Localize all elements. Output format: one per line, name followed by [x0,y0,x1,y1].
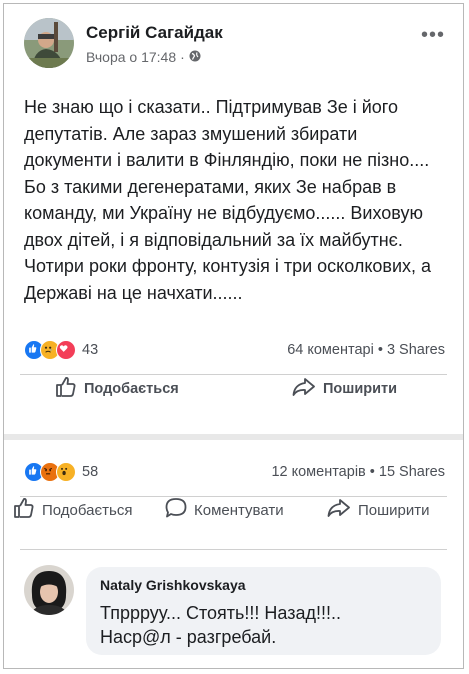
wow-icon [56,462,76,482]
thumbs-up-icon [12,496,36,524]
like-button-2[interactable]: Подобається [12,496,132,524]
love-icon [56,340,76,360]
engagement-summary-2[interactable]: 12 коментарів • 15 Shares [271,464,445,480]
section-separator [4,434,463,440]
comment-bubble: Nataly Grishkovskaya Тпррруу... Стоять!!… [86,567,441,655]
commenter-name[interactable]: Nataly Grishkovskaya [100,577,246,593]
like-label-2: Подобається [42,501,133,519]
post-header: Сергій Сагайдак Вчора о 17:48 · ••• [24,18,453,78]
more-dots-icon[interactable]: ••• [421,24,445,47]
summary-dot: • [377,342,383,358]
shares-count-2[interactable]: 15 Shares [379,464,445,480]
like-label: Подобається [84,381,179,397]
commenter-avatar[interactable] [24,565,74,615]
post-text: Не знаю що і сказати.. Підтримував Зе і … [24,97,432,303]
share-label: Поширити [323,381,398,397]
divider-3 [20,549,447,550]
globe-icon [189,49,201,65]
post-time[interactable]: Вчора о 17:48 [86,49,176,65]
summary-dot-2: • [369,464,375,480]
like-button[interactable]: Подобається [54,375,179,403]
author-avatar[interactable] [24,18,74,68]
reaction-icons-2[interactable] [24,462,76,482]
share-label-2: Поширити [358,501,430,519]
comment-text: Тпррруу... Стоять!!! Назад!!!.. Наср@л -… [100,603,341,647]
share-button[interactable]: Поширити [291,375,397,403]
comment-item: Nataly Grishkovskaya Тпррруу... Стоять!!… [24,565,443,655]
post-meta: Вчора о 17:48 · [86,49,201,65]
screenshot-frame: Сергій Сагайдак Вчора о 17:48 · ••• Не з… [3,3,464,669]
reaction-count-2[interactable]: 58 [82,464,98,480]
thumbs-up-icon [54,375,78,403]
meta-separator: · [180,49,185,65]
comment-button[interactable]: Коментувати [164,496,284,524]
reaction-icons[interactable] [24,340,76,360]
reactions-bar-2: 58 12 коментарів • 15 Shares [24,461,445,483]
engagement-summary[interactable]: 64 коментарі • 3 Shares [287,342,445,358]
reactions-bar: 43 64 коментарі • 3 Shares [24,339,445,361]
comments-count[interactable]: 64 коментарі [287,342,374,358]
share-button-2[interactable]: Поширити [326,496,430,524]
comment-bubble-icon [164,496,188,524]
shares-count[interactable]: 3 Shares [387,342,445,358]
reaction-count[interactable]: 43 [82,342,98,358]
share-arrow-icon [326,496,352,524]
comment-label: Коментувати [194,501,284,519]
post-author-name[interactable]: Сергій Сагайдак [86,23,223,43]
comments-count-2[interactable]: 12 коментарів [271,464,365,480]
share-arrow-icon [291,375,317,403]
